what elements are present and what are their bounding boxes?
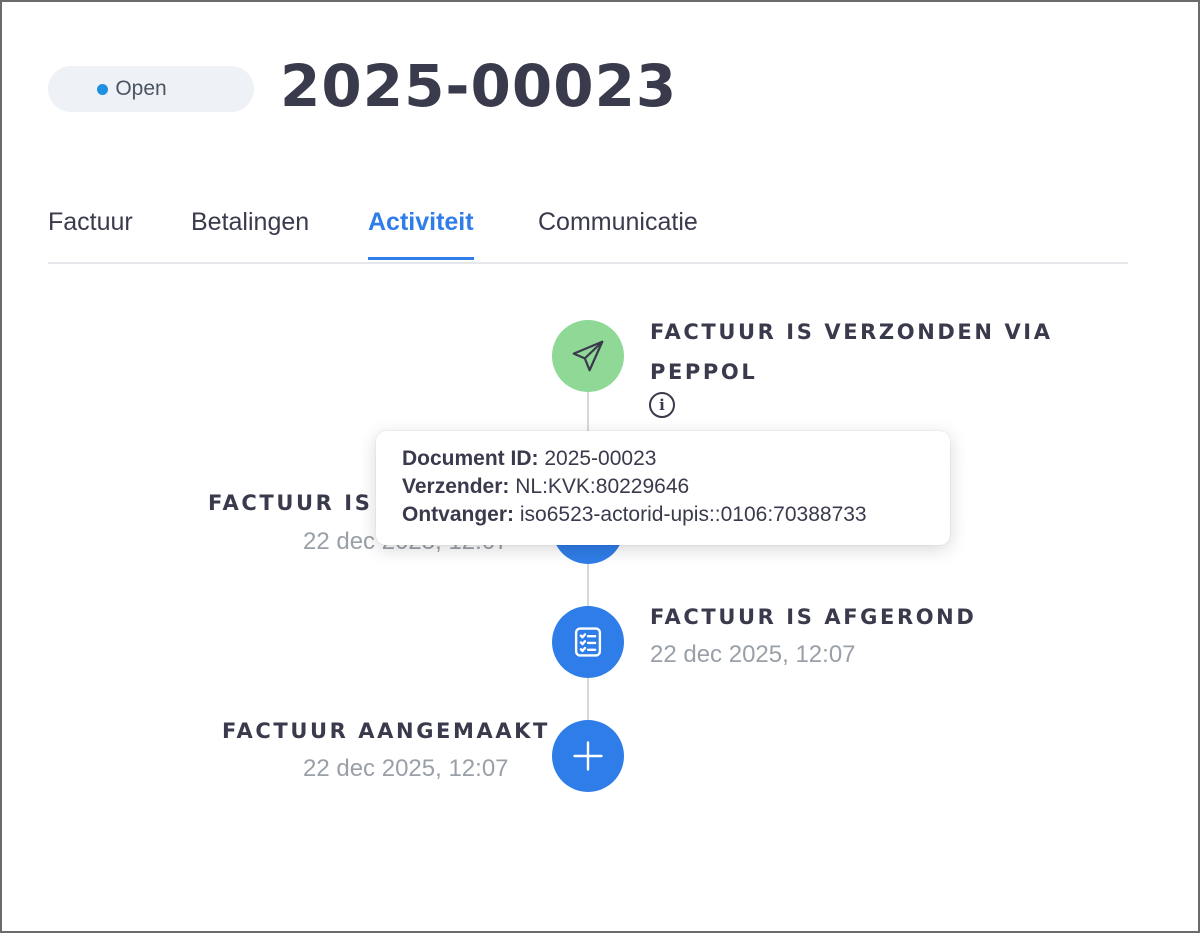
paper-plane-icon (572, 340, 604, 372)
info-icon[interactable]: i (649, 392, 675, 418)
event-date-completed: 22 dec 2025, 12:07 (650, 641, 856, 668)
timeline-node-created (552, 720, 624, 792)
tab-betalingen[interactable]: Betalingen (191, 208, 309, 257)
timeline-node-sent (552, 320, 624, 392)
tooltip-sender: Verzender: NL:KVK:80229646 (402, 475, 690, 498)
plus-icon (573, 741, 603, 771)
tab-factuur[interactable]: Factuur (48, 208, 133, 257)
status-dot-icon (97, 83, 109, 95)
tooltip-document-id: Document ID: 2025-00023 (402, 447, 657, 470)
status-badge: Open (48, 66, 254, 112)
event-title-sent: FACTUUR IS VERZONDEN VIA PEPPOL (650, 320, 1053, 384)
peppol-info-tooltip: Document ID: 2025-00023 Verzender: NL:KV… (376, 431, 950, 545)
timeline-node-completed (552, 606, 624, 678)
page-title: 2025-00023 (280, 52, 678, 120)
tab-communicatie[interactable]: Communicatie (538, 208, 698, 257)
event-date-created: 22 dec 2025, 12:07 (303, 755, 509, 782)
event-title-completed: FACTUUR IS AFGEROND (650, 605, 977, 629)
event-title-viewed: FACTUUR IS V (208, 491, 402, 515)
status-label: Open (115, 77, 167, 100)
tab-bar: Factuur Betalingen Activiteit Communicat… (48, 200, 1128, 264)
event-title-created: FACTUUR AANGEMAAKT (222, 719, 550, 743)
tab-activiteit[interactable]: Activiteit (368, 208, 474, 260)
checklist-icon (574, 627, 602, 657)
tooltip-receiver: Ontvanger: iso6523-actorid-upis::0106:70… (402, 503, 867, 526)
